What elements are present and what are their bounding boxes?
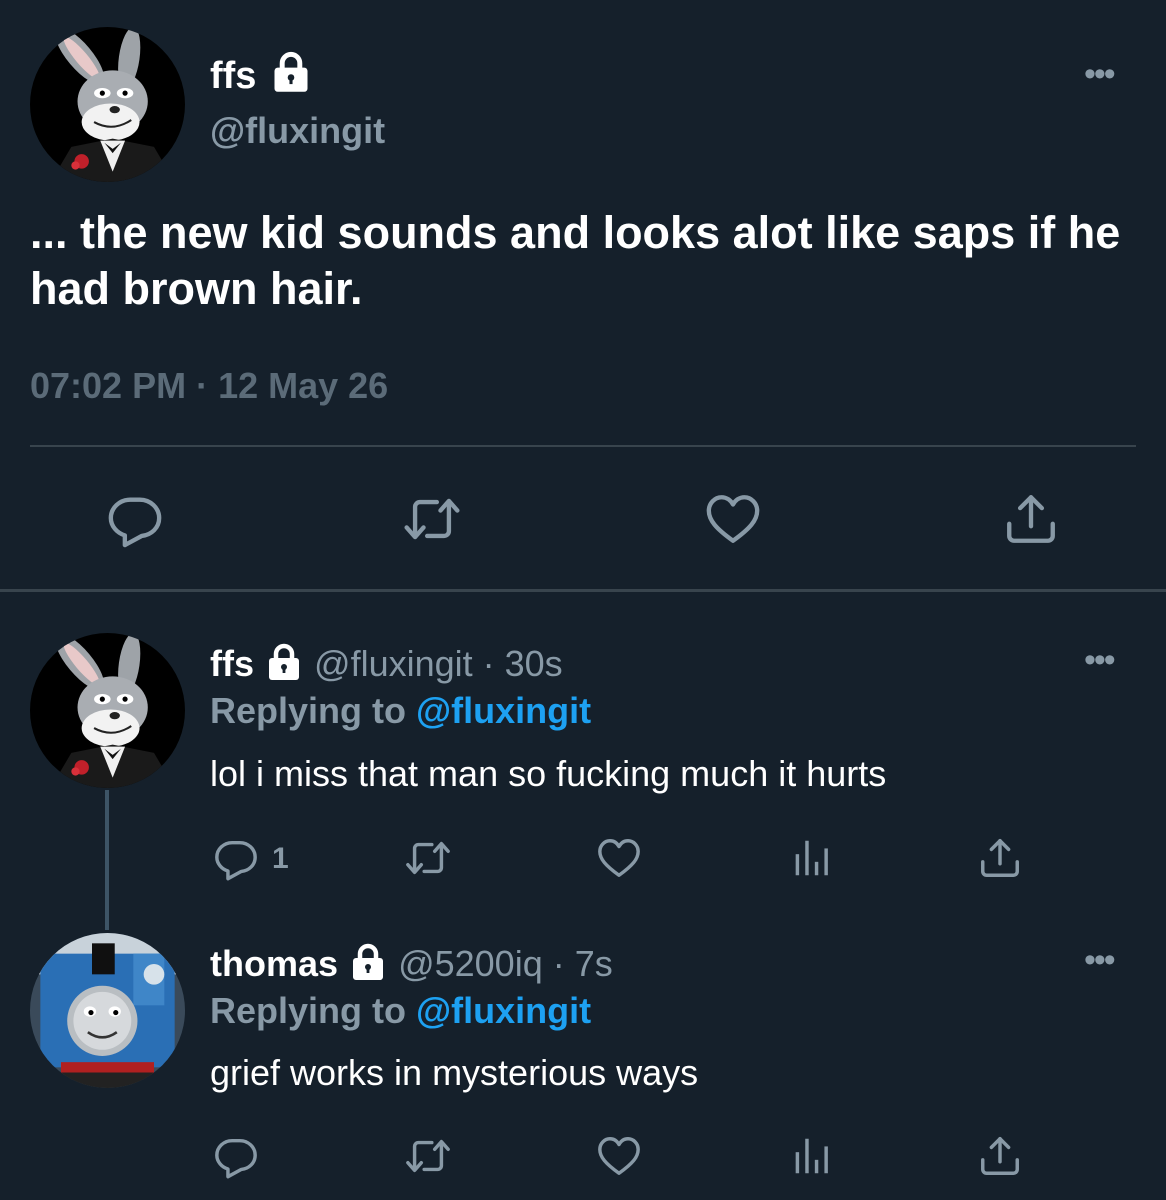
reply-1-avatar[interactable] bbox=[30, 633, 185, 788]
like-heart-icon[interactable] bbox=[704, 490, 762, 548]
retweet-icon[interactable] bbox=[403, 490, 461, 548]
reply-2-avatar[interactable] bbox=[30, 933, 185, 1088]
like-heart-icon[interactable] bbox=[596, 1133, 642, 1179]
reply-2-handle-time[interactable]: @5200iq · 7s bbox=[398, 943, 613, 984]
reply-1-replying-to: Replying to @fluxingit bbox=[210, 690, 591, 732]
share-icon[interactable] bbox=[977, 835, 1023, 881]
reply-count: 1 bbox=[272, 842, 289, 875]
reply-icon[interactable] bbox=[213, 835, 259, 881]
lock-icon bbox=[348, 942, 388, 982]
replying-to-mention-link[interactable]: @fluxingit bbox=[416, 690, 591, 731]
reply-2-header: thomas @5200iq · 7s bbox=[210, 942, 613, 985]
main-tweet-display-name[interactable]: ffs bbox=[210, 50, 313, 98]
main-tweet-more-button[interactable]: ••• bbox=[1084, 57, 1116, 91]
tweet-thread-page: ffs @fluxingit ••• ... the new kid sound… bbox=[0, 0, 1166, 1200]
share-icon[interactable] bbox=[977, 1133, 1023, 1179]
reply-2-more-button[interactable]: ••• bbox=[1084, 943, 1116, 977]
main-tweet-avatar[interactable] bbox=[30, 27, 185, 182]
thomas-tank-engine-avatar-icon bbox=[30, 933, 185, 1088]
reply-1-display-name[interactable]: ffs bbox=[210, 643, 254, 684]
main-tweet-handle[interactable]: @fluxingit bbox=[210, 110, 385, 152]
thread-connector-line bbox=[105, 790, 109, 930]
main-tweet-timestamp[interactable]: 07:02 PM · 12 May 26 bbox=[30, 365, 388, 407]
reply-1-header: ffs @fluxingit · 30s bbox=[210, 642, 563, 685]
share-icon[interactable] bbox=[1002, 490, 1060, 548]
analytics-icon[interactable] bbox=[788, 835, 834, 881]
main-tweet-divider bbox=[30, 445, 1136, 447]
reply-icon[interactable] bbox=[106, 490, 164, 548]
lock-icon bbox=[269, 50, 313, 94]
bugs-bunny-avatar-icon bbox=[30, 27, 185, 182]
reply-2-text: grief works in mysterious ways bbox=[210, 1052, 699, 1093]
lock-icon bbox=[264, 642, 304, 682]
retweet-icon[interactable] bbox=[405, 835, 451, 881]
replying-to-mention-link[interactable]: @fluxingit bbox=[416, 990, 591, 1031]
main-tweet-text: ... the new kid sounds and looks alot li… bbox=[30, 207, 1121, 314]
like-heart-icon[interactable] bbox=[596, 835, 642, 881]
reply-1-more-button[interactable]: ••• bbox=[1084, 643, 1116, 677]
reply-2-display-name[interactable]: thomas bbox=[210, 943, 338, 984]
replying-to-label: Replying to bbox=[210, 690, 406, 731]
bugs-bunny-avatar-icon bbox=[30, 633, 185, 788]
analytics-icon[interactable] bbox=[788, 1133, 834, 1179]
section-divider bbox=[0, 589, 1166, 592]
replying-to-label: Replying to bbox=[210, 990, 406, 1031]
retweet-icon[interactable] bbox=[405, 1133, 451, 1179]
display-name-text: ffs bbox=[210, 55, 257, 97]
reply-icon[interactable] bbox=[213, 1133, 259, 1179]
reply-1-text: lol i miss that man so fucking much it h… bbox=[210, 753, 887, 794]
reply-2-replying-to: Replying to @fluxingit bbox=[210, 990, 591, 1032]
reply-1-handle-time[interactable]: @fluxingit · 30s bbox=[314, 643, 563, 684]
